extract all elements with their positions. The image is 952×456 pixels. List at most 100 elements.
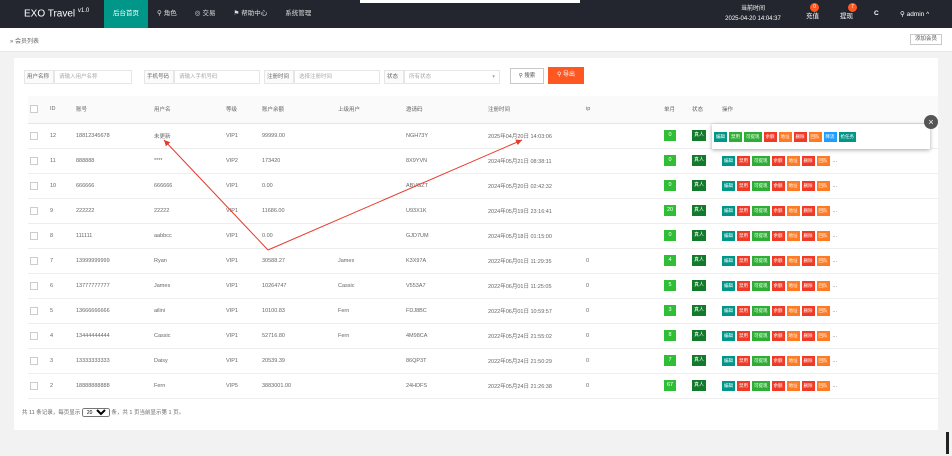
select-checkbox[interactable] [28,298,48,324]
op-button[interactable]: 禁用 [737,255,750,266]
op-button[interactable]: 地址 [786,180,800,191]
op-button[interactable]: 地址 [786,255,800,266]
op-button[interactable]: 回队 [816,230,830,241]
op-button[interactable]: 可提现 [752,380,770,391]
row-checkbox[interactable] [30,356,38,365]
nav-trade[interactable]: ◎ 交易 [186,0,225,28]
cell-ops[interactable]: 编辑 禁用 可提现 余额 地址 删除 回队... [720,348,938,374]
op-button[interactable]: 编辑 [722,255,735,266]
row-checkbox[interactable] [30,381,38,390]
nav-help[interactable]: ⚑ 帮助中心 [224,0,276,28]
popup-op-button[interactable]: 删除 [793,131,807,142]
scrollbar-thumb[interactable] [946,432,949,454]
row-checkbox[interactable] [30,256,38,265]
more-icon[interactable]: ... [833,383,838,389]
op-button[interactable]: 编辑 [722,380,735,391]
select-checkbox[interactable] [28,223,48,249]
more-icon[interactable]: ... [833,233,838,239]
op-button[interactable]: 删除 [801,305,815,316]
op-button[interactable]: 回队 [816,305,830,316]
op-button[interactable]: 禁用 [737,305,750,316]
op-button[interactable]: 回队 [816,355,830,366]
row-checkbox[interactable] [30,181,38,190]
status-badge[interactable]: 真人 [692,130,707,141]
op-button[interactable]: 可提现 [752,255,770,266]
refresh-icon[interactable]: C [874,10,879,17]
op-button[interactable]: 禁用 [737,355,750,366]
row-checkbox[interactable] [30,331,38,340]
cell-ops[interactable]: 编辑 禁用 可提现 余额 地址 删除 回队... [720,173,938,199]
op-button[interactable]: 回队 [816,280,830,291]
op-button[interactable]: 回队 [816,180,830,191]
op-button[interactable]: 编辑 [722,205,735,216]
popup-op-button[interactable]: 回队 [808,131,822,142]
more-icon[interactable]: ... [833,208,838,214]
op-button[interactable]: 地址 [786,380,800,391]
select-checkbox[interactable] [28,248,48,274]
more-icon[interactable]: ... [833,158,838,164]
select-all-checkbox[interactable] [30,105,38,114]
op-button[interactable]: 编辑 [722,355,735,366]
op-button[interactable]: 余额 [771,155,785,166]
nav-system[interactable]: 系统管理 [276,0,320,28]
op-button[interactable]: 删除 [801,205,815,216]
op-button[interactable]: 禁用 [737,180,750,191]
row-checkbox[interactable] [30,306,38,315]
op-button[interactable]: 删除 [801,355,815,366]
op-button[interactable]: 删除 [801,280,815,291]
search-button[interactable]: ⚲ 搜索 [510,68,544,84]
page-size-select[interactable]: 20 [81,408,110,417]
cell-ops[interactable]: 编辑 禁用 可提现 余额 地址 删除 回队... [720,223,938,249]
status-badge[interactable]: 真人 [692,255,707,266]
more-icon[interactable]: ... [833,183,838,189]
op-button[interactable]: 删除 [801,380,815,391]
username-input[interactable]: 请输入用户名称 [54,70,132,84]
more-icon[interactable]: ... [833,333,838,339]
op-button[interactable]: 可提现 [752,355,770,366]
op-button[interactable]: 回队 [816,155,830,166]
status-select[interactable]: 所有状态 ▾ [404,70,500,84]
popup-op-button[interactable]: 禁用 [729,131,742,142]
op-button[interactable]: 删除 [801,180,815,191]
status-badge[interactable]: 真人 [692,230,707,241]
op-button[interactable]: 编辑 [722,305,735,316]
status-badge[interactable]: 真人 [692,305,707,316]
select-checkbox[interactable] [28,123,48,149]
select-checkbox[interactable] [28,173,48,199]
op-button[interactable]: 删除 [801,255,815,266]
status-badge[interactable]: 真人 [692,205,707,216]
nav-roles[interactable]: ⚲ 角色 [148,0,186,28]
op-button[interactable]: 回队 [816,330,830,341]
op-button[interactable]: 余额 [771,180,785,191]
row-checkbox[interactable] [30,156,38,165]
select-checkbox[interactable] [28,148,48,174]
op-button[interactable]: 地址 [786,280,800,291]
recharge-button[interactable]: 0 充值 [806,3,819,20]
select-checkbox[interactable] [28,198,48,224]
row-checkbox[interactable] [30,231,38,240]
popup-op-button[interactable]: 余额 [763,131,777,142]
op-button[interactable]: 删除 [801,330,815,341]
status-badge[interactable]: 真人 [692,330,707,341]
status-badge[interactable]: 真人 [692,155,707,166]
cell-ops[interactable]: 编辑 禁用 可提现 余额 地址 删除 回队... [720,148,938,174]
status-badge[interactable]: 真人 [692,180,707,191]
cell-ops[interactable]: 编辑 禁用 可提现 余额 地址 删除 回队... [720,198,938,224]
op-button[interactable]: 编辑 [722,155,735,166]
op-button[interactable]: 编辑 [722,280,735,291]
op-button[interactable]: 编辑 [722,230,735,241]
row-checkbox[interactable] [30,131,38,140]
nav-home[interactable]: 后台首页 [104,0,148,28]
op-button[interactable]: 禁用 [737,280,750,291]
withdraw-button[interactable]: 7 提现 [840,3,857,20]
row-checkbox[interactable] [30,206,38,215]
select-checkbox[interactable] [28,323,48,349]
popup-op-button[interactable]: 可提现 [744,131,762,142]
op-button[interactable]: 余额 [771,305,785,316]
op-button[interactable]: 删除 [801,230,815,241]
regtime-input[interactable]: 选择注册时间 [294,70,380,84]
op-button[interactable]: 禁用 [737,230,750,241]
op-button[interactable]: 余额 [771,330,785,341]
more-icon[interactable]: ... [833,308,838,314]
popup-op-button[interactable]: 地址 [778,131,792,142]
